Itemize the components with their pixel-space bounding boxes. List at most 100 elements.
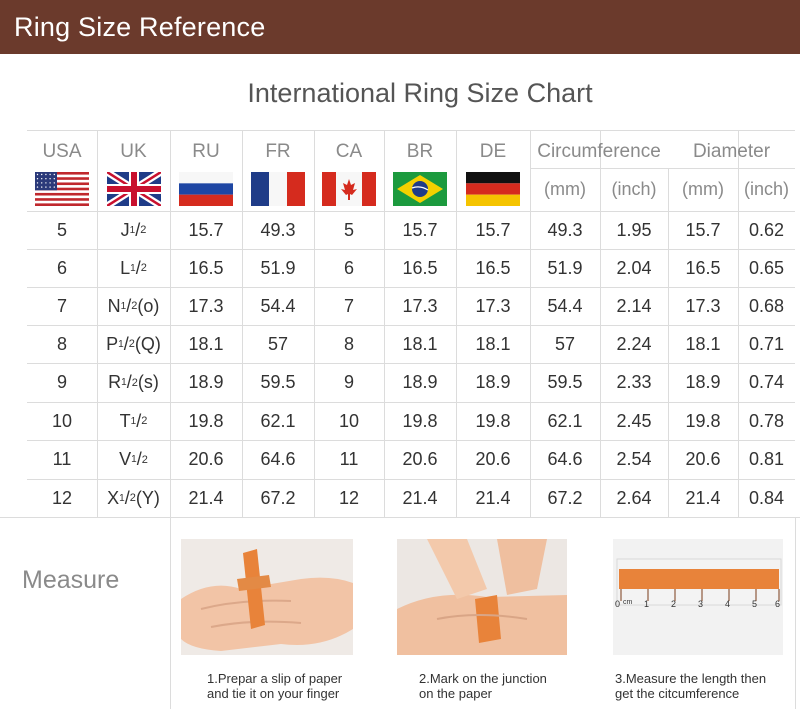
cell-circ_mm: 49.3 [547,219,583,240]
cell-circ_inch: 2.64 [616,487,652,508]
cell-fr: 54.4 [260,295,296,316]
cell-ru: 18.9 [188,372,224,392]
cell-uk: T 1/2 [97,402,170,440]
ruler-mark-label: 4 [725,599,731,609]
ruler-mark-label: 2 [671,599,677,609]
grid-hline [27,130,795,131]
cell-dia_inch: 0.68 [748,295,785,316]
cell-dia_mm: 16.5 [685,257,721,278]
cell-circ_mm: 62.1 [547,410,583,431]
unit-dia_mm: (mm) [682,178,724,199]
hand-with-paper-icon [181,539,353,655]
usa-flag-icon [35,172,89,206]
cell-dia_inch: 0.78 [748,410,785,431]
fraction-denominator: 2 [141,415,148,427]
unit-circ_inch: (inch) [611,178,657,199]
cell-usa: 8 [56,333,67,354]
uk-size-letter: P [106,333,119,354]
cell-uk: P 1/2 (Q) [97,325,170,363]
cell-circ_inch: 2.33 [616,372,652,392]
grid-vline [170,517,171,709]
cell-dia_mm: 17.3 [685,295,721,316]
cell-fr: 59.5 [260,372,296,392]
cell-circ_inch: 2.54 [616,449,652,469]
cell-uk: R 1/2 (s) [97,363,170,402]
cell-dia_mm: 21.4 [685,487,721,508]
canada-flag-icon [322,172,376,206]
cell-de: 18.9 [475,372,511,392]
cell-circ_inch: 2.45 [616,410,652,431]
step3-line2: get the citcumference [615,686,740,701]
marking-paper-icon [397,539,567,655]
cell-de: 18.1 [475,333,511,354]
cell-dia_inch: 0.74 [748,372,785,392]
cell-dia_inch: 0.62 [748,219,785,240]
cell-dia_inch: 0.81 [748,449,785,469]
cell-fr: 67.2 [260,487,296,508]
fraction-denominator: 2 [140,224,147,236]
cell-ru: 21.4 [188,487,224,508]
cell-usa: 10 [51,410,73,431]
cell-usa: 11 [52,449,72,469]
cell-br: 18.1 [402,333,438,354]
cell-circ_mm: 59.5 [547,372,583,392]
ruler-icon [613,539,783,655]
cell-ca: 10 [338,410,360,431]
cell-de: 20.6 [475,449,511,469]
ruler-mark-label: 0 [615,599,621,609]
cell-dia_mm: 20.6 [685,449,721,469]
uk-flag-icon [106,172,161,206]
ruler-mark-label: 5 [752,599,758,609]
cell-usa: 5 [56,219,67,240]
unit-circ_mm: (mm) [544,178,586,199]
cell-ca: 5 [343,219,354,240]
cell-de: 19.8 [475,410,511,431]
uk-alt-size: (s) [137,372,159,392]
cell-de: 16.5 [475,257,511,278]
cell-de: 15.7 [475,219,511,240]
column-header-ca: CA [335,141,363,162]
cell-dia_inch: 0.65 [748,257,785,278]
cell-usa: 12 [51,487,73,508]
cell-ru: 18.1 [188,333,224,354]
cell-br: 17.3 [402,295,438,316]
cell-br: 20.6 [402,449,438,469]
cell-uk: V 1/2 [97,440,170,479]
column-header-de: DE [479,141,507,162]
cell-ru: 16.5 [188,257,224,278]
column-header-uk: UK [120,141,147,162]
cell-ru: 20.6 [188,449,224,469]
ruler-mark-label: 1 [644,599,650,609]
column-header-diameter: Diameter [692,141,771,162]
cell-uk: N 1/2 (o) [97,287,170,325]
uk-size-letter: X [107,487,120,508]
column-header-fr: FR [265,141,291,162]
column-header-circumference: Circumference [537,141,661,162]
cell-br: 18.9 [402,372,438,392]
cell-de: 21.4 [475,487,511,508]
chart-title: International Ring Size Chart [247,78,593,108]
fraction-denominator: 2 [140,262,147,274]
fraction-denominator: 2 [141,453,148,466]
step3-photo: 0 cm 1 2 3 4 5 6 [613,539,783,655]
ruler-mark-label: cm [623,599,633,606]
cell-br: 19.8 [402,410,438,431]
ruler-mark-label: 6 [775,599,781,609]
step2-line1: 2.Mark on the junction [419,671,547,686]
column-header-br: BR [406,141,434,162]
cell-uk: L 1/2 [97,249,170,287]
uk-size-letter: T [119,410,131,431]
step2-photo [397,539,567,655]
cell-ru: 15.7 [188,219,224,240]
step1-caption: 1.Prepar a slip of paper and tie it on y… [207,671,367,701]
cell-circ_inch: 2.14 [616,295,652,316]
uk-size-letter: V [119,449,132,469]
uk-size-letter: J [120,219,130,240]
uk-size-letter: L [120,257,131,278]
cell-dia_mm: 18.9 [685,372,721,392]
cell-fr: 62.1 [260,410,296,431]
unit-dia_inch: (inch) [743,178,789,199]
step3-caption: 3.Measure the length then get the citcum… [615,671,795,701]
cell-circ_inch: 2.24 [616,333,652,354]
cell-circ_inch: 2.04 [616,257,652,278]
